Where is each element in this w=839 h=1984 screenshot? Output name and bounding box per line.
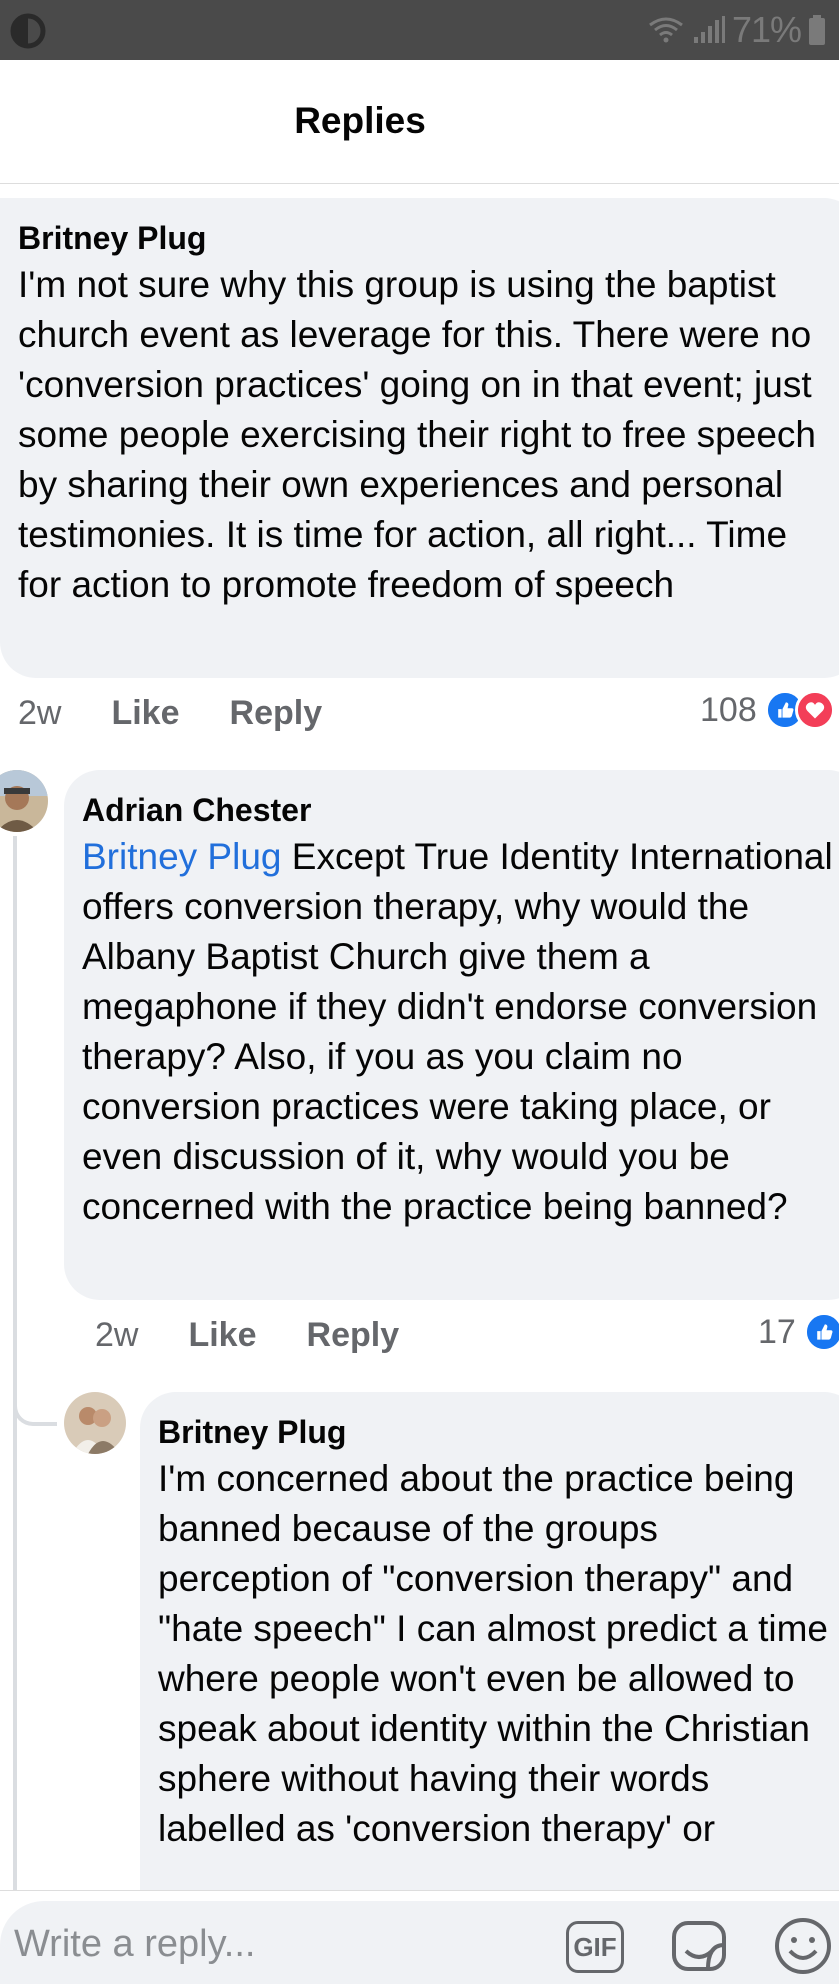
- reaction-summary[interactable]: 108: [700, 690, 835, 730]
- comment-author[interactable]: Britney Plug: [158, 1410, 839, 1454]
- thread-line: [13, 836, 17, 1896]
- avatar-photo-icon: [0, 770, 48, 832]
- comment-author[interactable]: Britney Plug: [18, 216, 839, 260]
- reaction-count: 108: [700, 690, 757, 729]
- avatar[interactable]: [64, 1392, 126, 1454]
- page-title: Replies: [294, 100, 426, 141]
- app-logo-icon: [10, 13, 46, 49]
- wifi-icon: [649, 17, 683, 43]
- comment-bubble[interactable]: Britney Plug I'm not sure why this group…: [0, 198, 839, 678]
- status-icons: 71%: [646, 9, 827, 50]
- comment-text: I'm not sure why this group is using the…: [18, 264, 816, 605]
- comment-bubble[interactable]: Britney Plug I'm concerned about the pra…: [140, 1392, 839, 1912]
- thread-connector: [13, 1396, 57, 1426]
- mention-link[interactable]: Britney Plug: [82, 836, 282, 877]
- reaction-count: 17: [758, 1312, 796, 1351]
- comment-timestamp[interactable]: 2w: [18, 694, 61, 733]
- comment-author[interactable]: Adrian Chester: [82, 788, 839, 832]
- love-reaction-icon: [794, 690, 835, 730]
- comment-text: Britney Plug Except True Identity Intern…: [82, 832, 839, 1232]
- battery-percent: 71%: [731, 9, 802, 50]
- replies-header: Replies: [0, 60, 839, 184]
- comment-timestamp[interactable]: 2w: [95, 1316, 138, 1355]
- gif-button[interactable]: GIF: [566, 1921, 624, 1973]
- reply-placeholder: Write a reply...: [14, 1923, 256, 1965]
- reply-input[interactable]: Write a reply... GIF: [0, 1901, 839, 1984]
- reply-button[interactable]: Reply: [230, 694, 323, 733]
- reaction-summary[interactable]: 17: [758, 1312, 839, 1352]
- like-reaction-icon: [803, 1312, 839, 1352]
- comment-bubble[interactable]: Adrian Chester Britney Plug Except True …: [64, 770, 839, 1300]
- comment-body: Except True Identity International offer…: [82, 836, 833, 1227]
- avatar-photo-icon: [64, 1392, 126, 1454]
- like-button[interactable]: Like: [188, 1316, 256, 1355]
- battery-icon: [809, 15, 825, 45]
- avatar[interactable]: [0, 770, 48, 832]
- emoji-icon[interactable]: [772, 1915, 834, 1977]
- comment-actions: 2w Like Reply: [95, 1316, 449, 1355]
- status-bar: 71%: [0, 0, 839, 60]
- comment-text: I'm concerned about the practice being b…: [158, 1458, 828, 1849]
- signal-icon: [693, 16, 725, 43]
- comment-actions: 2w Like Reply: [18, 694, 372, 733]
- reply-bar: Write a reply... GIF: [0, 1890, 839, 1984]
- sticker-icon[interactable]: [668, 1915, 730, 1977]
- reply-button[interactable]: Reply: [307, 1316, 400, 1355]
- like-button[interactable]: Like: [111, 694, 179, 733]
